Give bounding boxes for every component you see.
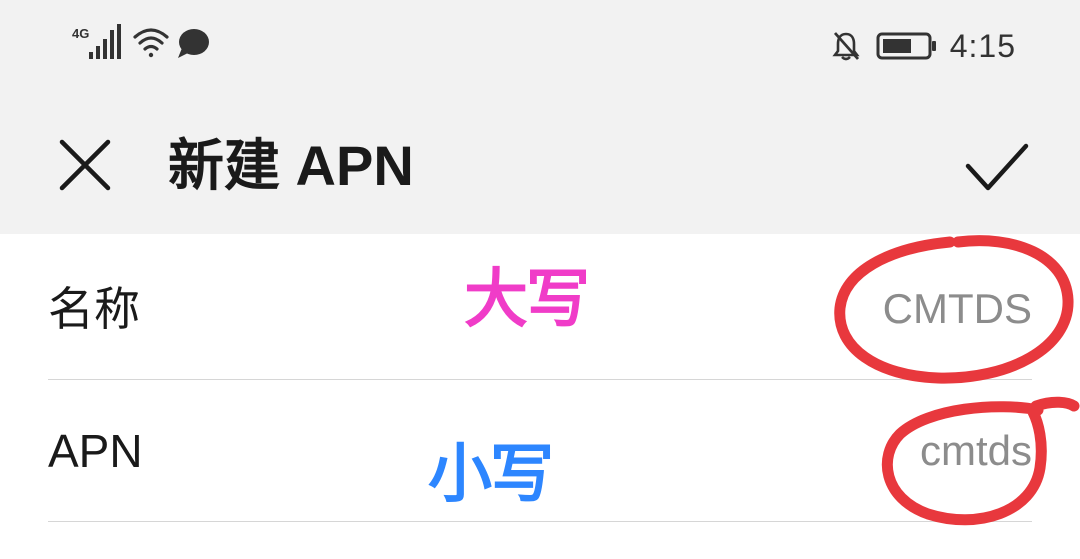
status-bar: 4G 4:15 [0,0,1080,92]
field-label-apn: APN [48,425,143,477]
field-value-name: CMTDS [882,285,1032,332]
network-status-icons: 4G [72,24,209,59]
status-time: 4:15 [949,27,1016,64]
close-button[interactable] [50,130,120,200]
toolbar: 新建 APN [0,110,1080,220]
uppercase-annotation: 大写 [464,263,590,337]
message-bubble-icon [178,29,209,58]
battery-icon [876,32,936,60]
notifications-off-icon [832,32,860,61]
status-bar-left: 4G [72,24,222,64]
confirm-button[interactable] [960,132,1034,202]
close-icon [59,139,111,191]
field-label-name: 名称 [48,283,140,335]
network-type-label: 4G [72,26,89,41]
field-value-apn: cmtds [919,427,1032,474]
checkmark-icon [965,143,1029,191]
status-bar-right: 4:15 [830,24,1016,68]
wifi-icon [133,28,169,58]
lowercase-annotation: 小写 [428,438,554,512]
signal-icon [89,24,121,59]
page-title: 新建 APN [168,134,414,197]
